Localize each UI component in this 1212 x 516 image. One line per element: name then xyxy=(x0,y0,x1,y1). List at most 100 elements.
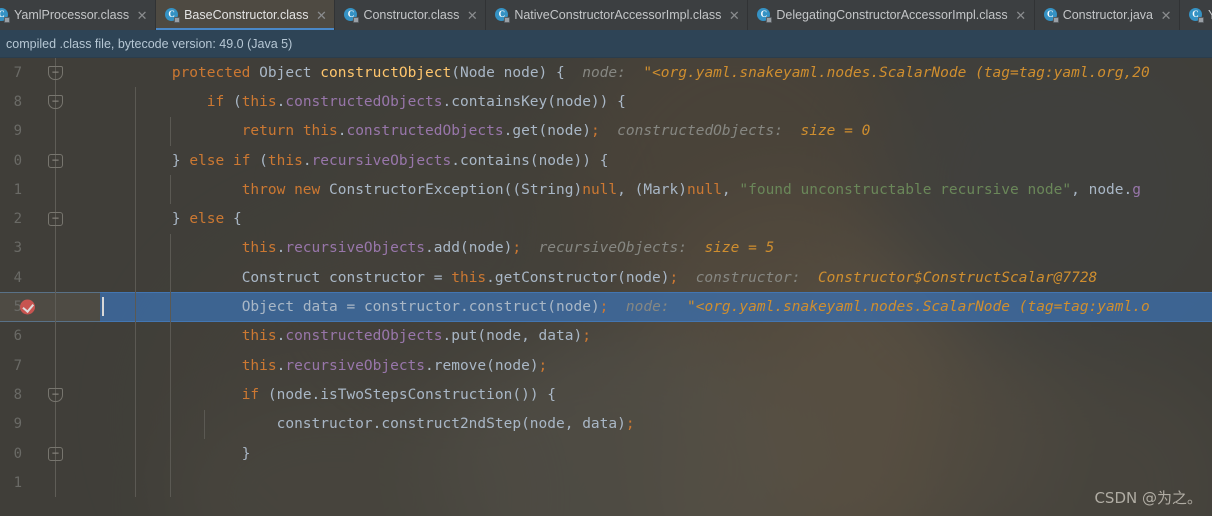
line-number: 5 xyxy=(13,299,22,316)
close-icon[interactable]: ✕ xyxy=(136,9,148,22)
editor-gutter[interactable]: 7− xyxy=(0,58,100,88)
code-line[interactable]: 4 Construct constructor = this.getConstr… xyxy=(0,263,1212,293)
editor-tab-label: Constructor.class xyxy=(363,8,460,22)
code-fold-marker[interactable]: − xyxy=(48,153,63,168)
line-number: 0 xyxy=(13,445,22,462)
inline-debug-hint-value: Constructor$ConstructScalar@7728 xyxy=(817,269,1098,286)
editor-gutter[interactable]: 0− xyxy=(0,438,100,469)
editor-gutter[interactable]: 7 xyxy=(0,350,100,381)
editor-tab-yam[interactable]: CYam xyxy=(1180,0,1212,30)
java-class-icon: C xyxy=(495,8,511,23)
inline-debug-hint-name: constructedObjects: xyxy=(617,123,784,140)
line-number: 8 xyxy=(13,386,22,403)
line-number: 1 xyxy=(13,181,22,198)
editor-gutter[interactable]: 3 xyxy=(0,233,100,264)
editor-gutter[interactable]: 2− xyxy=(0,204,100,234)
code-line[interactable]: 2− } else { xyxy=(0,204,1212,234)
code-line[interactable]: 3 this.recursiveObjects.add(node); recur… xyxy=(0,233,1212,264)
editor-gutter[interactable]: 4 xyxy=(0,263,100,293)
code-line[interactable]: 6 this.constructedObjects.put(node, data… xyxy=(0,321,1212,351)
code-fold-marker[interactable]: − xyxy=(48,65,63,80)
code-line-content[interactable]: if (node.isTwoStepsConstruction()) { xyxy=(100,380,1212,410)
editor-tab-label: Yam xyxy=(1208,0,1212,30)
code-fold-marker[interactable]: − xyxy=(48,212,63,227)
editor-gutter[interactable]: 1 xyxy=(0,175,100,205)
code-text: if (node.isTwoStepsConstruction()) { xyxy=(241,386,557,403)
editor-gutter[interactable]: 9 xyxy=(0,116,100,146)
csdn-watermark: CSDN @为之。 xyxy=(1094,489,1202,507)
code-line[interactable]: 9 return this.constructedObjects.get(nod… xyxy=(0,116,1212,146)
close-icon[interactable]: ✕ xyxy=(1160,9,1172,22)
code-line[interactable]: 8− if (this.constructedObjects.containsK… xyxy=(0,87,1212,117)
editor-gutter[interactable]: 8− xyxy=(0,380,100,410)
close-icon[interactable]: ✕ xyxy=(466,9,478,22)
code-line[interactable]: 1 throw new ConstructorException((String… xyxy=(0,175,1212,205)
code-text: return this.constructedObjects.get(node)… xyxy=(241,123,871,140)
fold-guide-line xyxy=(55,175,56,205)
editor-gutter[interactable]: 1 xyxy=(0,468,100,498)
editor-gutter[interactable]: 5 xyxy=(0,292,100,322)
inline-debug-hint-name: recursiveObjects: xyxy=(538,240,687,257)
code-text: } else if (this.recursiveObjects.contain… xyxy=(171,152,609,169)
editor-tab-delegatingconstructoraccessorimpl-class[interactable]: C DelegatingConstructorAccessorImpl.class… xyxy=(748,0,1035,30)
code-line[interactable]: 7− protected Object constructObject(Node… xyxy=(0,58,1212,88)
editor-tab-label: Constructor.java xyxy=(1062,8,1154,22)
code-text: Construct constructor = this.getConstruc… xyxy=(241,269,1098,286)
code-line-content[interactable]: if (this.constructedObjects.containsKey(… xyxy=(100,87,1212,117)
code-line[interactable]: 1 xyxy=(0,468,1212,498)
code-text: this.constructedObjects.put(node, data); xyxy=(241,328,591,345)
java-class-icon: C xyxy=(165,8,181,23)
editor-tab-nativeconstructoraccessorimpl-class[interactable]: C NativeConstructorAccessorImpl.class ✕ xyxy=(486,0,749,30)
code-line[interactable]: 8− if (node.isTwoStepsConstruction()) { xyxy=(0,380,1212,410)
editor-tab-yamlprocessor-class[interactable]: C YamlProcessor.class ✕ xyxy=(0,0,157,30)
code-line[interactable]: 0− } xyxy=(0,438,1212,469)
editor-tab-baseconstructor-class[interactable]: C BaseConstructor.class ✕ xyxy=(156,0,336,30)
editor-gutter[interactable]: 9 xyxy=(0,409,100,439)
fold-guide-line xyxy=(55,116,56,146)
code-line-content[interactable]: Object data = constructor.construct(node… xyxy=(100,292,1212,322)
code-line-content[interactable]: } xyxy=(100,438,1212,469)
fold-guide-line xyxy=(55,321,56,351)
line-number: 7 xyxy=(13,357,22,374)
code-line-content[interactable]: } else if (this.recursiveObjects.contain… xyxy=(100,145,1212,176)
notification-text: compiled .class file, bytecode version: … xyxy=(6,36,293,51)
code-text: this.recursiveObjects.remove(node); xyxy=(241,357,548,374)
fold-guide-line xyxy=(55,233,56,264)
code-fold-marker[interactable]: − xyxy=(48,446,63,461)
code-fold-marker[interactable]: − xyxy=(48,387,63,402)
breakpoint-icon[interactable] xyxy=(20,299,35,315)
code-line[interactable]: 7 this.recursiveObjects.remove(node); xyxy=(0,350,1212,381)
code-line[interactable]: 9 constructor.construct2ndStep(node, dat… xyxy=(0,409,1212,439)
editor-gutter[interactable]: 0− xyxy=(0,145,100,176)
code-editor[interactable]: 7− protected Object constructObject(Node… xyxy=(0,58,1212,516)
editor-tab-label: YamlProcessor.class xyxy=(14,8,130,22)
code-line-content[interactable]: this.constructedObjects.put(node, data); xyxy=(100,321,1212,351)
code-line[interactable]: 0− } else if (this.recursiveObjects.cont… xyxy=(0,145,1212,176)
code-text: } else { xyxy=(171,211,242,228)
line-number: 4 xyxy=(13,269,22,286)
editor-tab-bar: C YamlProcessor.class ✕ C BaseConstructor.cl… xyxy=(0,0,1212,30)
fold-guide-line xyxy=(55,468,56,498)
editor-gutter[interactable]: 8− xyxy=(0,87,100,117)
code-line-content[interactable]: protected Object constructObject(Node no… xyxy=(100,58,1212,87)
fold-guide-line xyxy=(55,292,56,322)
code-fold-marker[interactable]: − xyxy=(48,94,63,109)
code-line-content[interactable]: } else { xyxy=(100,204,1212,234)
code-line-content[interactable]: return this.constructedObjects.get(node)… xyxy=(100,116,1212,146)
editor-tab-constructor-java[interactable]: C Constructor.java ✕ xyxy=(1035,0,1181,30)
code-line-content[interactable] xyxy=(100,468,1212,498)
code-line-content[interactable]: Construct constructor = this.getConstruc… xyxy=(100,263,1212,293)
editor-gutter[interactable]: 6 xyxy=(0,321,100,351)
code-line-content[interactable]: this.recursiveObjects.remove(node); xyxy=(100,350,1212,381)
close-icon[interactable]: ✕ xyxy=(315,9,327,22)
close-icon[interactable]: ✕ xyxy=(728,9,740,22)
code-line[interactable]: 5 Object data = constructor.construct(no… xyxy=(0,292,1212,322)
inline-debug-hint-value: "<org.yaml.snakeyaml.nodes.ScalarNode (t… xyxy=(643,64,1150,81)
editor-tab-constructor-class[interactable]: C Constructor.class ✕ xyxy=(335,0,487,30)
code-line-content[interactable]: constructor.construct2ndStep(node, data)… xyxy=(100,409,1212,439)
code-line-content[interactable]: this.recursiveObjects.add(node); recursi… xyxy=(100,233,1212,264)
inline-debug-hint-name: node: xyxy=(582,64,626,81)
code-line-content[interactable]: throw new ConstructorException((String)n… xyxy=(100,175,1212,205)
code-text: if (this.constructedObjects.containsKey(… xyxy=(206,93,626,110)
close-icon[interactable]: ✕ xyxy=(1015,9,1027,22)
